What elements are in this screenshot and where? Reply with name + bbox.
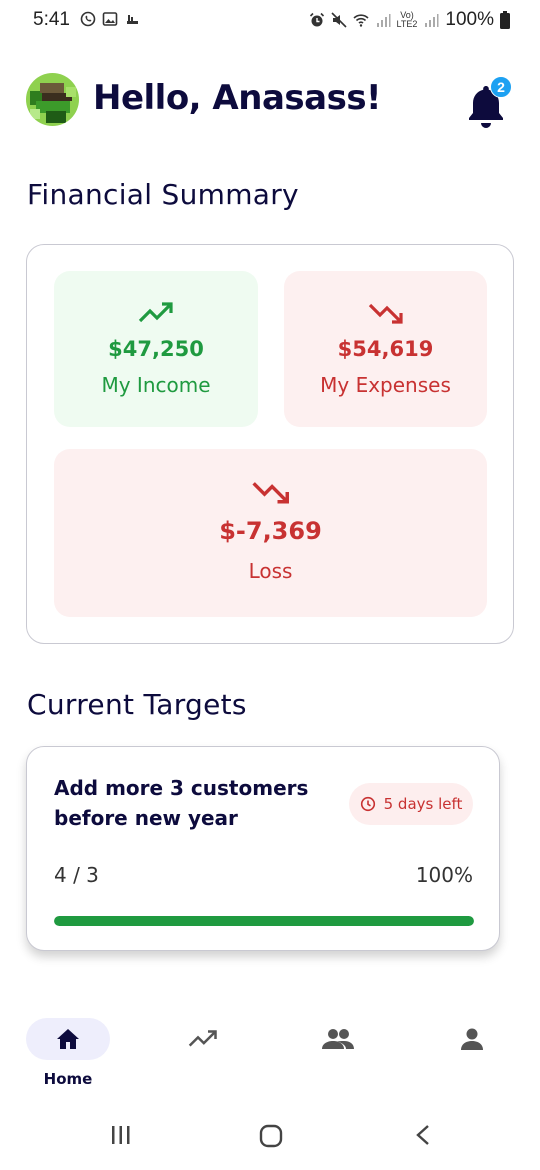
expenses-label: My Expenses [320,373,451,397]
battery-icon [500,11,510,29]
progress-percent: 100% [415,863,473,887]
status-bar: 5:41 Vo) LTE2 100% [0,0,540,40]
net-label: Loss [248,559,293,583]
trending-up-icon [138,302,173,323]
nav-pill-profile[interactable] [430,1018,514,1060]
back-icon[interactable] [414,1124,432,1146]
wifi-icon [352,14,369,27]
trending-down-icon [251,482,289,504]
notification-badge: 2 [490,76,512,98]
status-right-icons: Vo) LTE2 100% [309,9,510,31]
income-tile[interactable]: $47,250 My Income [54,271,258,427]
nav-pill-home[interactable] [26,1018,110,1060]
trending-up-icon [188,1030,217,1047]
recent-apps-icon[interactable] [110,1124,132,1146]
nav-pill-customers[interactable] [296,1018,380,1060]
nav-item-customers[interactable] [296,1018,380,1060]
deadline-badge: 5 days left [349,783,473,825]
group-icon [322,1029,354,1049]
mute-icon [330,12,347,28]
expenses-tile[interactable]: $54,619 My Expenses [284,271,487,427]
nav-label-home: Home [43,1070,93,1088]
notification-button[interactable]: 2 [466,76,514,128]
network-lte: LTE2 [396,19,418,29]
signal-icon [425,14,439,27]
system-navigation-bar [0,1110,540,1170]
clock-icon [360,796,375,812]
avatar[interactable] [26,73,79,126]
nav-item-home[interactable]: Home [26,1018,110,1088]
battery-percent: 100% [445,9,494,30]
deadline-text: 5 days left [383,795,463,813]
whatsapp-icon [80,11,96,27]
notification-icon [127,15,138,24]
current-targets-title: Current Targets [27,688,247,721]
network-type: Vo) LTE2 [397,11,418,29]
net-tile[interactable]: $-7,369 Loss [54,449,487,617]
avatar-image [26,73,79,126]
income-amount: $47,250 [108,337,204,361]
status-left-icons [80,11,140,27]
target-card[interactable]: Add more 3 customers before new year 5 d… [26,746,500,951]
progress-bar [54,916,474,926]
nav-item-analytics[interactable] [161,1018,245,1060]
trending-down-icon [368,303,403,324]
net-amount: $-7,369 [219,517,322,545]
income-label: My Income [101,373,211,397]
nav-item-profile[interactable] [430,1018,514,1060]
home-icon [57,1029,79,1049]
financial-summary-card: $47,250 My Income $54,619 My Expenses $-… [26,244,514,644]
target-title: Add more 3 customers before new year [54,776,309,830]
signal-icon [376,14,391,27]
expenses-amount: $54,619 [337,337,434,361]
progress-bar-fill [54,916,474,926]
alarm-icon [309,12,324,27]
financial-summary-title: Financial Summary [27,178,299,211]
app-header: Hello, Anasass! 2 [26,72,514,128]
status-time: 5:41 [33,9,70,30]
progress-count: 4 / 3 [54,863,99,887]
person-icon [461,1028,483,1050]
nav-pill-analytics[interactable] [161,1018,245,1060]
bottom-navigation: Home [0,1010,540,1100]
home-button-icon[interactable] [259,1124,283,1148]
greeting-title: Hello, Anasass! [93,78,382,118]
gallery-icon [102,12,118,26]
